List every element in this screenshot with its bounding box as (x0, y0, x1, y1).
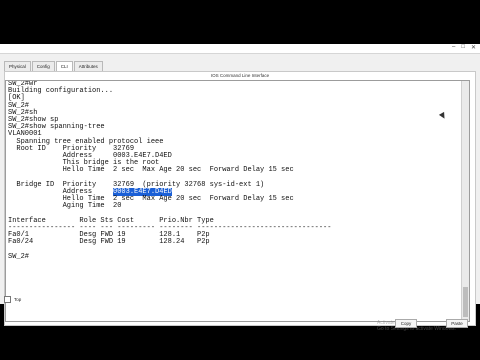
terminal-line: Fa0/24 Desg FWD 19 128.24 P2p (8, 238, 210, 247)
terminal-scrollbar[interactable] (461, 81, 469, 321)
paste-button[interactable]: Paste (446, 319, 468, 328)
minimize-icon[interactable]: – (452, 44, 455, 51)
tab-bar: Physical Config CLI Attributes (4, 61, 104, 72)
top-checkbox-row[interactable]: Top (4, 296, 21, 303)
top-checkbox[interactable] (4, 296, 11, 303)
terminal-line: [OK] (8, 94, 25, 103)
title-bar: – □ ✕ (0, 44, 480, 54)
terminal-line: SW_2# (8, 101, 30, 110)
terminal-text: SW_2#wr Building configuration... [OK] SW_2… (8, 81, 460, 261)
close-icon[interactable]: ✕ (471, 44, 476, 51)
pane-title: IOS Command Line Interface (210, 73, 270, 78)
terminal-line: Hello Time 2 sec Max Age 20 sec Forward … (8, 166, 294, 175)
terminal-line: SW_2#sh (8, 108, 38, 117)
cli-window: – □ ✕ Physical Config CLI Attributes IOS… (0, 44, 480, 332)
maximize-icon[interactable]: □ (461, 44, 465, 51)
window-controls: – □ ✕ (452, 44, 476, 51)
terminal-line: SW_2#show spanning-tree (8, 123, 105, 132)
top-checkbox-label: Top (14, 297, 22, 302)
scrollbar-thumb[interactable] (463, 287, 468, 317)
terminal-line: SW_2# (8, 252, 30, 261)
terminal-output[interactable]: SW_2#wr Building configuration... [OK] SW_2… (5, 80, 470, 322)
copy-button[interactable]: Copy (395, 319, 417, 328)
terminal-line: Building configuration... (8, 87, 114, 96)
terminal-line: Aging Time 20 (8, 202, 122, 211)
